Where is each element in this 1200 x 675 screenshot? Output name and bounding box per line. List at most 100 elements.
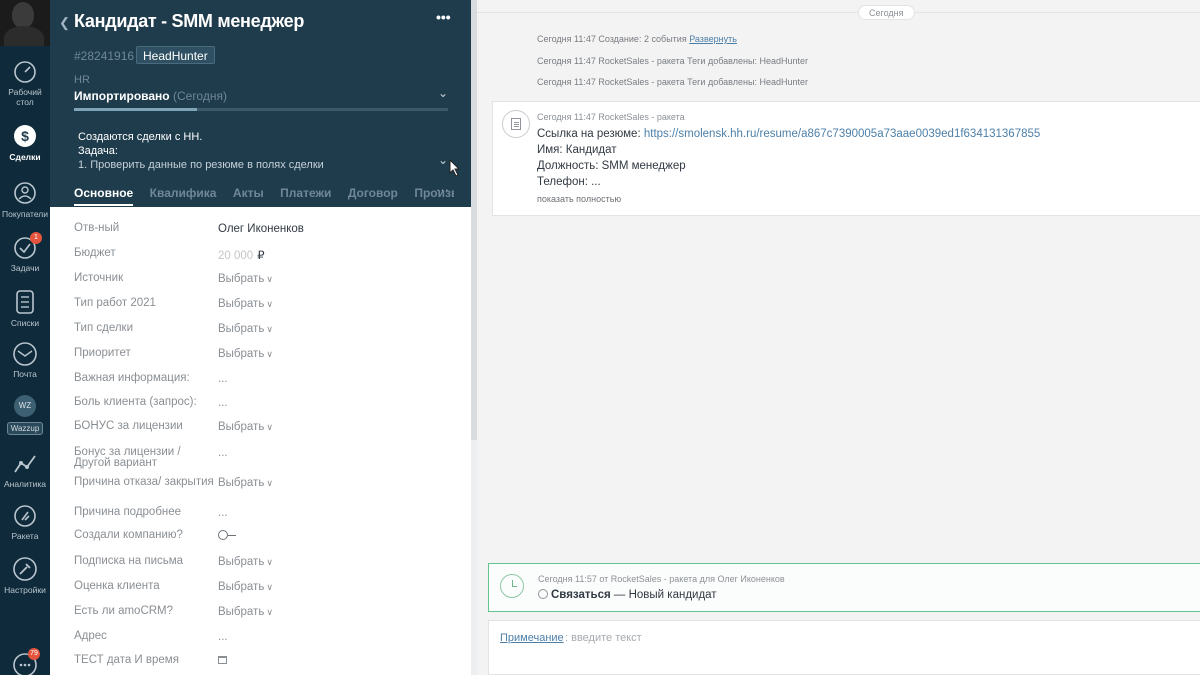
field-select[interactable]: Выбрать ∨ (218, 421, 273, 433)
clock-icon (500, 574, 524, 598)
note-composer[interactable]: Примечание : введите текст (488, 620, 1200, 675)
back-chevron-icon[interactable]: ❮ (59, 15, 70, 31)
nav-item-customers[interactable]: Покупатели (0, 180, 50, 219)
more-menu-button[interactable]: ••• (436, 9, 451, 25)
tab-contract[interactable]: Договор (348, 186, 398, 200)
field-value-text: ... (218, 397, 228, 409)
nav-item-settings[interactable]: Настройки (0, 556, 50, 595)
lead-title[interactable]: Кандидат - SMM менеджер (74, 11, 304, 32)
tab-qualification[interactable]: Квалифика (150, 186, 217, 200)
card-header: ❮ Кандидат - SMM менеджер ••• #28241916 … (50, 0, 471, 207)
field-label: Бюджет (74, 247, 116, 259)
nav-label: Аналитика (3, 479, 47, 489)
nav-item-wazzup[interactable]: WZ Wazzup (0, 394, 50, 436)
task-type-icon (538, 589, 548, 599)
task-card[interactable]: Сегодня 11:57 от RocketSales - ракета дл… (488, 563, 1200, 612)
field-select[interactable]: Выбрать ∨ (218, 348, 273, 360)
task-type: Связаться (551, 589, 611, 601)
field-value-text: ... (218, 447, 228, 459)
nav-label: Почта (13, 369, 37, 379)
lead-id: #28241916 (74, 49, 135, 63)
nav-label: Списки (10, 318, 40, 328)
stage-progress-bar (74, 108, 448, 111)
show-more-link[interactable]: показать полностью (537, 194, 621, 204)
field-value-text: Выбрать (218, 348, 265, 360)
field-select[interactable]: Выбрать ∨ (218, 556, 273, 568)
field-value-text: Выбрать (218, 556, 265, 568)
analytics-icon (14, 455, 36, 473)
field-value[interactable]: ... (218, 373, 228, 385)
nav-label: Ракета (11, 531, 39, 541)
field-value[interactable]: ... (218, 447, 228, 459)
expand-link[interactable]: Развернуть (689, 34, 737, 44)
nav-item-dashboard[interactable]: Рабочий стол (0, 60, 50, 107)
calendar-icon[interactable] (218, 655, 227, 667)
stage-date: (Сегодня) (172, 89, 227, 103)
field-select[interactable]: Выбрать ∨ (218, 477, 273, 489)
field-label: Боль клиента (запрос): (74, 396, 197, 408)
field-select[interactable]: Выбрать ∨ (218, 298, 273, 310)
day-divider (477, 12, 1200, 13)
field-label: Причина отказа/ закрытия (74, 476, 214, 488)
field-select[interactable]: Выбрать ∨ (218, 273, 273, 285)
candidate-phone: Телефон: ... (537, 176, 601, 188)
field-label: Причина подробнее (74, 506, 182, 518)
nav-item-lists[interactable]: Списки (0, 289, 50, 328)
field-label: Источник (74, 272, 124, 284)
field-label: Важная информация: (74, 372, 190, 384)
tab-main[interactable]: Основное (74, 186, 134, 206)
field-label: Тип работ 2021 (74, 297, 156, 309)
field-value-text: 20 000 (218, 250, 254, 262)
field-select[interactable]: Выбрать ∨ (218, 323, 273, 335)
field-value[interactable]: ... (218, 631, 228, 643)
field-value[interactable]: Олег Иконенков (218, 223, 304, 235)
nav-item-deals[interactable]: $ Сделки (0, 123, 50, 162)
message-meta: Сегодня 11:47 RocketSales - ракета (537, 112, 685, 122)
nav-item-rocket[interactable]: Ракета (0, 504, 50, 541)
day-label: Сегодня (858, 5, 915, 20)
field-label: Отв-ный (74, 222, 120, 234)
pipeline-name: HR (74, 74, 90, 86)
composer-type-select[interactable]: Примечание (500, 632, 564, 644)
field-value-text: ... (218, 507, 228, 519)
nav-item-tasks[interactable]: 1 Задачи (0, 232, 50, 273)
chevron-down-icon: ∨ (266, 299, 273, 309)
tasks-badge: 1 (30, 232, 42, 244)
field-toggle[interactable] (218, 530, 238, 543)
field-select[interactable]: Выбрать ∨ (218, 581, 273, 593)
composer-placeholder[interactable]: : введите текст (565, 632, 642, 644)
mail-icon (13, 342, 37, 366)
note-line: 1. Проверить данные по резюме в полях сд… (78, 159, 324, 171)
nav-item-chat[interactable]: 79 (0, 648, 50, 675)
tab-payments[interactable]: Платежи (280, 186, 331, 200)
stage-select[interactable]: Импортировано (Сегодня) (74, 89, 227, 103)
fields-list: Отв-ный Олег Иконенков Бюджет 20 000 ₽ Источн… (50, 207, 471, 675)
chevron-down-icon: ∨ (266, 422, 273, 432)
nav-item-mail[interactable]: Почта (0, 342, 50, 379)
field-value[interactable]: ... (218, 397, 228, 409)
user-avatar[interactable] (0, 0, 50, 46)
nav-item-analytics[interactable]: Аналитика (0, 452, 50, 489)
resume-link[interactable]: https://smolensk.hh.ru/resume/a867c73900… (644, 128, 1040, 140)
field-value[interactable]: 20 000 ₽ (218, 248, 265, 262)
event-text: Сегодня 11:47 Создание: 2 события (537, 34, 690, 44)
field-label: БОНУС за лицензии (74, 420, 183, 432)
note-chevron-down-icon[interactable]: ⌄ (438, 153, 448, 167)
field-select[interactable]: Выбрать ∨ (218, 606, 273, 618)
task-text: — Новый кандидат (610, 589, 717, 601)
nav-label: Покупатели (2, 209, 48, 219)
stage-name: Импортировано (74, 89, 170, 103)
resume-message: Сегодня 11:47 RocketSales - ракета Ссылк… (492, 101, 1200, 216)
stage-chevron-down-icon[interactable]: ⌄ (438, 86, 448, 100)
customers-icon (14, 182, 36, 204)
field-value[interactable]: ... (218, 507, 228, 519)
tabs-more-button[interactable]: ··· (436, 182, 449, 197)
tag-badge[interactable]: HeadHunter (136, 46, 215, 64)
tab-acts[interactable]: Акты (233, 186, 264, 200)
chevron-down-icon: ∨ (266, 274, 273, 284)
field-value-text: Выбрать (218, 298, 265, 310)
lists-icon (16, 290, 34, 314)
chevron-down-icon: ∨ (266, 582, 273, 592)
field-label: Бонус за лицензии / Другой вариант (74, 446, 181, 469)
document-icon (502, 110, 530, 138)
